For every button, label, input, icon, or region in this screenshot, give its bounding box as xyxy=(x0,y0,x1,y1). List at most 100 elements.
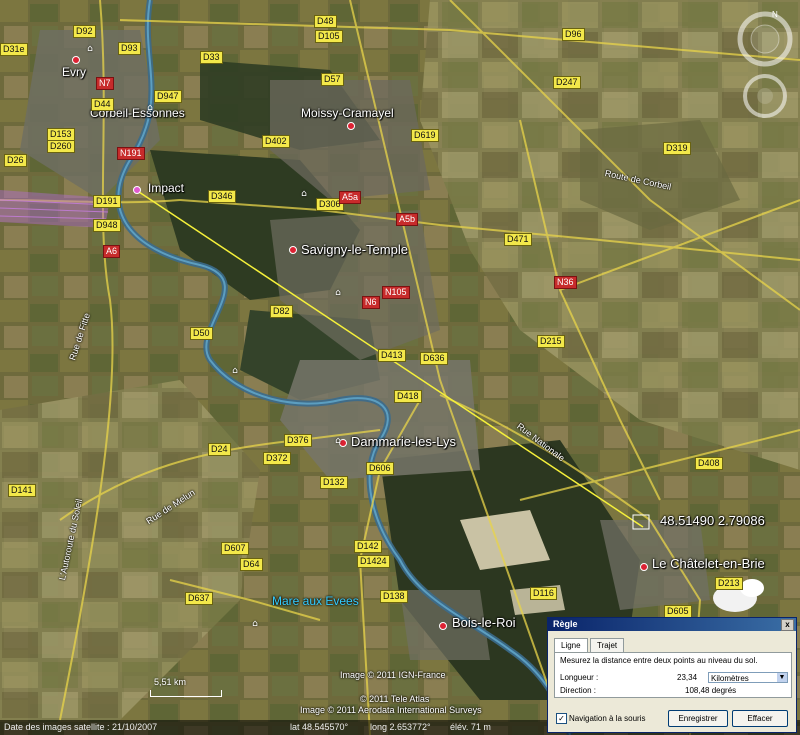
road-label: D138 xyxy=(380,590,408,603)
road-label: D260 xyxy=(47,140,75,153)
latitude-readout: lat 48.545570° xyxy=(290,722,349,732)
road-label: N7 xyxy=(96,77,114,90)
compass-north-label: N xyxy=(772,10,778,19)
ruler-description: Mesurez la distance entre deux points au… xyxy=(560,656,758,665)
road-label: D92 xyxy=(73,25,96,38)
direction-label: Direction : xyxy=(560,686,597,695)
placemark-coordinates[interactable]: 48.51490 2.79086 xyxy=(660,513,765,528)
unit-selected: Kilomètres xyxy=(711,674,749,683)
road-label: D93 xyxy=(118,42,141,55)
length-value: 23,34 xyxy=(677,673,698,682)
longitude-readout: long 2.653772° xyxy=(370,722,431,732)
tab-ligne[interactable]: Ligne xyxy=(554,638,588,653)
road-label: D24 xyxy=(208,443,231,456)
road-label: D82 xyxy=(270,305,293,318)
impact-label[interactable]: Impact xyxy=(148,181,184,195)
save-button[interactable]: Enregistrer xyxy=(668,710,728,727)
museum-icon[interactable]: ⌂ xyxy=(230,367,240,376)
road-label: D413 xyxy=(378,349,406,362)
road-label: D471 xyxy=(504,233,532,246)
direction-value: 108,48 degrés xyxy=(685,686,737,695)
look-joystick-icon[interactable] xyxy=(743,74,787,118)
road-label: D48 xyxy=(314,15,337,28)
road-label: D1424 xyxy=(357,555,390,568)
navigation-checkbox[interactable]: ✓ xyxy=(556,713,567,724)
road-label: D376 xyxy=(284,434,312,447)
road-label: D402 xyxy=(262,135,290,148)
clear-button[interactable]: Effacer xyxy=(732,710,788,727)
impact-marker[interactable] xyxy=(133,186,141,194)
road-label: D948 xyxy=(93,219,121,232)
road-label: D607 xyxy=(221,542,249,555)
tab-trajet[interactable]: Trajet xyxy=(590,638,625,652)
town-marker[interactable] xyxy=(347,122,355,130)
elevation-readout: élév. 71 m xyxy=(450,722,491,732)
road-label: D26 xyxy=(4,154,27,167)
museum-icon[interactable]: ⌂ xyxy=(85,45,95,54)
road-label: D191 xyxy=(93,195,121,208)
town-label-dammarie[interactable]: Dammarie-les-Lys xyxy=(351,434,456,449)
town-label-bois-le-roi[interactable]: Bois-le-Roi xyxy=(452,615,516,630)
imagery-credit: © 2011 Tele Atlas xyxy=(360,694,430,704)
ruler-dialog: Règle x Ligne Trajet Mesurez la distance… xyxy=(547,617,797,733)
navigation-controls[interactable]: N xyxy=(736,10,794,118)
road-label: D637 xyxy=(185,592,213,605)
road-label: D619 xyxy=(411,129,439,142)
road-label: D319 xyxy=(663,142,691,155)
town-marker[interactable] xyxy=(640,563,648,571)
road-label: D141 xyxy=(8,484,36,497)
compass-ring-icon[interactable] xyxy=(737,11,793,67)
ruler-title: Règle xyxy=(553,619,578,629)
museum-icon[interactable]: ⌂ xyxy=(299,190,309,199)
road-label: D215 xyxy=(537,335,565,348)
road-label: A5a xyxy=(339,191,362,204)
museum-icon[interactable]: ⌂ xyxy=(333,289,343,298)
road-label: D346 xyxy=(208,190,236,203)
road-label: D132 xyxy=(320,476,348,489)
scale-label: 5,51 km xyxy=(154,677,187,687)
ruler-panel: Mesurez la distance entre deux points au… xyxy=(554,652,792,698)
road-label: D57 xyxy=(321,73,344,86)
road-label: D105 xyxy=(315,30,343,43)
museum-icon[interactable]: ⌂ xyxy=(333,437,343,446)
road-label: D213 xyxy=(715,577,743,590)
museum-icon[interactable]: ⌂ xyxy=(250,620,260,629)
road-label: D116 xyxy=(530,587,557,600)
town-marker[interactable] xyxy=(289,246,297,254)
road-label: D64 xyxy=(240,558,263,571)
road-label: D408 xyxy=(695,457,723,470)
chevron-down-icon[interactable]: ▼ xyxy=(777,673,787,682)
water-label: Mare aux Evees xyxy=(272,594,359,608)
road-label: A6 xyxy=(103,245,121,258)
museum-icon[interactable]: ⌂ xyxy=(145,104,155,113)
town-label-evry[interactable]: Evry xyxy=(62,65,86,79)
close-icon[interactable]: x xyxy=(781,619,794,631)
road-label: D33 xyxy=(200,51,223,64)
imagery-credit: Image © 2011 IGN-France xyxy=(340,670,446,680)
scale-bar xyxy=(150,690,222,697)
length-label: Longueur : xyxy=(560,673,599,682)
town-label-savigny[interactable]: Savigny-le-Temple xyxy=(301,242,408,257)
imagery-credit: Image © 2011 Aerodata International Surv… xyxy=(300,705,482,715)
road-label: D636 xyxy=(420,352,448,365)
road-label: D44 xyxy=(91,98,114,111)
road-label: D947 xyxy=(154,90,182,103)
road-label: N105 xyxy=(382,286,410,299)
road-label: A5b xyxy=(396,213,419,226)
road-label: D606 xyxy=(366,462,394,475)
town-marker[interactable] xyxy=(72,56,80,64)
road-label: D96 xyxy=(562,28,585,41)
town-marker[interactable] xyxy=(439,622,447,630)
road-label: N36 xyxy=(554,276,577,289)
road-label: D142 xyxy=(354,540,382,553)
town-label-chatelet[interactable]: Le Châtelet-en-Brie xyxy=(652,556,765,571)
navigation-checkbox-label: Navigation à la souris xyxy=(569,714,646,723)
imagery-date: Date des images satellite : 21/10/2007 xyxy=(4,722,158,732)
road-label: D50 xyxy=(190,327,213,340)
road-label: D247 xyxy=(553,76,581,89)
road-label: D418 xyxy=(394,390,422,403)
town-label-moissy[interactable]: Moissy-Cramayel xyxy=(301,106,394,120)
road-label: D31e xyxy=(0,43,28,56)
ruler-titlebar[interactable]: Règle x xyxy=(548,618,796,631)
unit-select[interactable]: Kilomètres ▼ xyxy=(708,672,788,683)
